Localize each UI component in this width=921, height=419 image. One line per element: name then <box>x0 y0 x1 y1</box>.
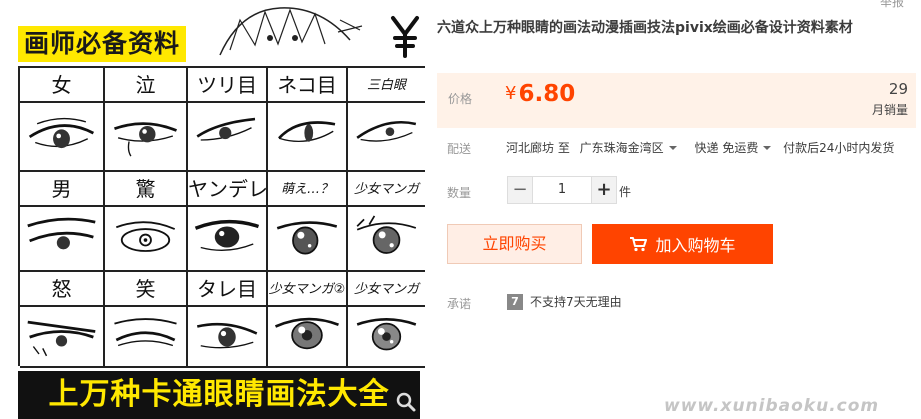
cart-icon <box>630 237 648 252</box>
eye-cell: 萌え…？ <box>268 172 348 272</box>
eye-cell-label: 笑 <box>105 272 186 307</box>
eye-drawing <box>28 117 95 149</box>
product-title: 六道众上万种眼睛的画法动漫插画技法pivix绘画必备设计资料素材 <box>437 20 853 36</box>
eye-drawing <box>27 320 96 357</box>
eye-cell: 女 <box>20 68 105 172</box>
add-to-cart-label: 加入购物车 <box>655 236 736 255</box>
eye-cell: 笑 <box>105 272 188 368</box>
quantity-input[interactable]: 1 <box>533 176 591 204</box>
promise-row: 7 不支持7天无理由 <box>507 293 622 310</box>
watermark-text: www.xunibaoku.com <box>664 396 880 416</box>
ship-destination-select[interactable]: 广东珠海金湾区 <box>580 139 683 156</box>
quantity-label: 数量 <box>447 186 472 200</box>
chevron-down-icon <box>668 145 677 150</box>
product-main-image[interactable]: 画师必备资料 女 泣 ツリ目 ネコ目 三白眼 男 驚 ヤンデレ 萌え…？ 少女マ… <box>0 0 425 419</box>
eye-cell: ネコ目 <box>268 68 348 172</box>
eye-cell-label: 萌え…？ <box>268 172 346 207</box>
eye-drawing <box>274 317 339 350</box>
monthly-sales: 29 月销量 <box>872 79 908 121</box>
eye-cell-label: ネコ目 <box>268 68 346 103</box>
shipping-label: 配送 <box>447 142 472 156</box>
zoom-icon[interactable] <box>394 390 418 414</box>
eye-cell: ツリ目 <box>188 68 268 172</box>
eye-cell-label: 少女マンガ <box>348 172 425 207</box>
eye-drawing <box>114 318 177 347</box>
ship-from: 河北廊坊 至 <box>506 141 570 155</box>
decorative-flourish-icon <box>391 16 419 58</box>
eye-cell: 怒 <box>20 272 105 368</box>
eye-drawing <box>278 121 336 143</box>
eye-cell-label: ツリ目 <box>188 68 266 103</box>
ship-method-select[interactable]: 快递 免运费 <box>695 139 778 156</box>
eye-cell-label: 少女マンガ <box>348 272 425 307</box>
price-value: ¥6.80 <box>505 81 575 107</box>
eye-cell-label: 三白眼 <box>348 68 425 103</box>
eye-drawing <box>194 219 260 251</box>
report-link[interactable]: 举报 <box>880 0 904 10</box>
no-return-7day-icon: 7 <box>507 293 523 310</box>
sales-label: 月销量 <box>871 103 908 117</box>
buy-now-button[interactable]: 立即购买 <box>447 224 582 264</box>
eye-drawing <box>196 117 256 141</box>
eye-cell-label: タレ目 <box>188 272 266 307</box>
price-label: 价格 <box>448 92 473 106</box>
eye-cell: 男 <box>20 172 105 272</box>
eye-cell: 三白眼 <box>348 68 425 172</box>
eye-cell: 驚 <box>105 172 188 272</box>
eye-cell: 少女マンガ <box>348 172 425 272</box>
eye-cell: 少女マンガ② <box>268 272 348 368</box>
promise-label: 承诺 <box>447 297 472 311</box>
eye-drawing <box>115 221 176 252</box>
add-to-cart-button[interactable]: 加入购物车 <box>592 224 773 264</box>
eye-cell: ヤンデレ <box>188 172 268 272</box>
ship-note: 付款后24小时内发货 <box>783 141 895 155</box>
eye-cell-label: ヤンデレ <box>188 172 266 207</box>
quantity-increase-button[interactable]: + <box>591 176 617 204</box>
eye-drawing <box>356 120 417 142</box>
image-title-badge: 画师必备资料 <box>18 26 187 62</box>
eye-cell-label: 驚 <box>105 172 186 207</box>
quantity-decrease-button[interactable]: − <box>507 176 533 204</box>
ship-destination: 广东珠海金湾区 <box>579 141 664 155</box>
eye-cell: 少女マンガ <box>348 272 425 368</box>
eye-drawing <box>27 217 96 250</box>
eye-cell: 泣 <box>105 68 188 172</box>
eye-style-grid: 女 泣 ツリ目 ネコ目 三白眼 男 驚 ヤンデレ 萌え…？ 少女マンガ 怒 笑 … <box>18 66 425 368</box>
eye-cell-label: 少女マンガ② <box>268 272 346 307</box>
quantity-stepper: − 1 + <box>507 176 617 204</box>
eye-drawing <box>196 322 258 349</box>
eye-cell-label: 泣 <box>105 68 186 103</box>
image-bottom-banner: 上万种卡通眼睛画法大全 <box>18 371 420 419</box>
eye-drawing <box>356 215 417 254</box>
eye-cell-label: 怒 <box>20 272 103 307</box>
ship-method: 快递 免运费 <box>694 141 759 155</box>
eye-drawing <box>114 122 178 157</box>
chibi-sketch-icon <box>219 7 363 56</box>
shipping-row: 河北廊坊 至 广东珠海金湾区 快递 免运费 付款后24小时内发货 <box>506 139 894 156</box>
promise-text: 不支持7天无理由 <box>530 295 622 309</box>
eye-cell-label: 女 <box>20 68 103 103</box>
price-panel: 价格 ¥6.80 29 月销量 <box>437 73 916 128</box>
price-amount: 6.80 <box>518 81 576 107</box>
quantity-unit: 件 <box>619 185 632 199</box>
currency-symbol: ¥ <box>505 83 517 104</box>
sales-count: 29 <box>888 80 908 98</box>
eye-cell-label: 男 <box>20 172 103 207</box>
chevron-down-icon <box>763 145 772 150</box>
product-page: 画师必备资料 女 泣 ツリ目 ネコ目 三白眼 男 驚 ヤンデレ 萌え…？ 少女マ… <box>0 0 921 419</box>
eye-drawing <box>276 221 338 255</box>
eye-drawing <box>356 318 417 351</box>
eye-cell: タレ目 <box>188 272 268 368</box>
